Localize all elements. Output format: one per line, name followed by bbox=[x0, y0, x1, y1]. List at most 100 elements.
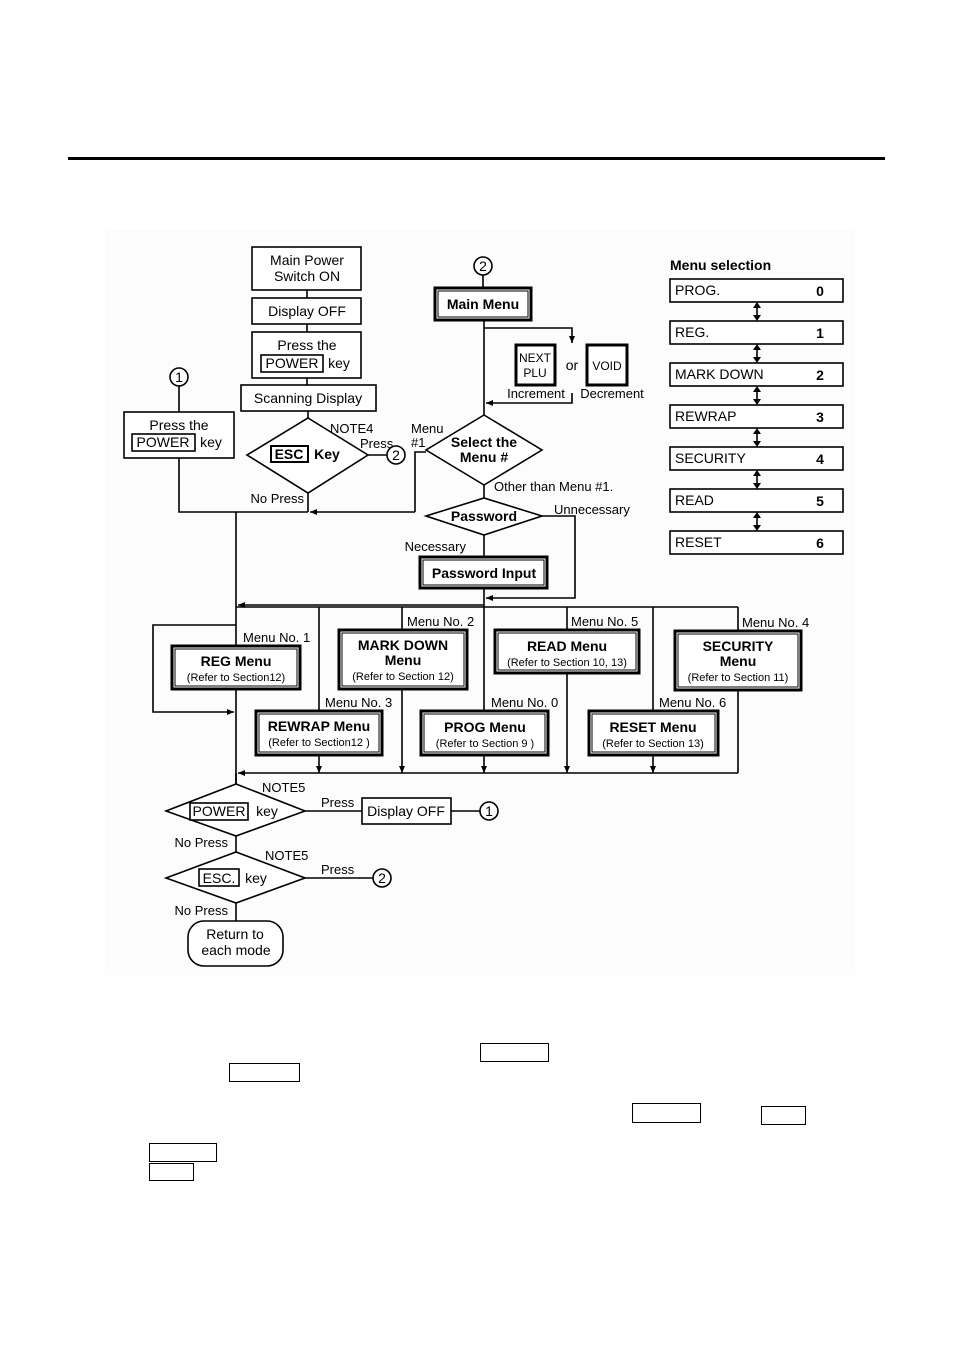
svg-text:Password Input: Password Input bbox=[432, 565, 537, 581]
connector-2-esc: 2 bbox=[386, 445, 406, 465]
svg-text:RESET Menu: RESET Menu bbox=[609, 719, 696, 735]
esc-decision-bottom: ESC. key NOTE5 Press No Press bbox=[163, 848, 355, 918]
unnecessary-label: Unnecessary bbox=[554, 502, 630, 517]
menu-number-label: Menu No. 6 bbox=[659, 695, 726, 710]
power-key-label: POWER bbox=[266, 355, 319, 371]
esc-key-suffix: Key bbox=[314, 446, 340, 462]
menu-selection-label: MARK DOWN bbox=[675, 366, 764, 382]
menu-selection-label: REG. bbox=[675, 324, 709, 340]
main-power-line2: Switch ON bbox=[274, 268, 340, 284]
menu-selection-label: READ bbox=[675, 492, 714, 508]
flowchart: Main Power Switch ON Display OFF Press t… bbox=[123, 246, 844, 967]
menu-selection-list: PROG. 0 REG. 1 MARK DOWN 2 REWRAP 3 SECURITY 4 REA… bbox=[669, 278, 844, 555]
svg-text:Press: Press bbox=[321, 862, 355, 877]
blank-key-field bbox=[229, 1063, 300, 1082]
next-plu-key: NEXT PLU Increment bbox=[507, 343, 565, 401]
double-arrow-icon bbox=[753, 344, 761, 363]
menu-box-prog: Menu No. 0 PROG Menu (Refer to Section 9… bbox=[419, 695, 558, 757]
menu-selection-number: 1 bbox=[816, 325, 824, 341]
svg-text:Password: Password bbox=[451, 508, 517, 524]
other-than-menu1-label: Other than Menu #1. bbox=[494, 479, 613, 494]
double-arrow-icon bbox=[753, 302, 761, 321]
svg-text:key: key bbox=[200, 434, 222, 450]
esc-decision: ESC Key NOTE4 Press No Press bbox=[245, 417, 394, 506]
left-press-power-box: Press the POWER key bbox=[123, 411, 235, 459]
connector-2-top: 2 bbox=[473, 256, 493, 276]
svg-text:POWER: POWER bbox=[193, 803, 246, 819]
menu-selection-item: MARK DOWN 2 bbox=[669, 362, 844, 387]
menu-selection-item: READ 5 bbox=[669, 488, 844, 513]
increment-label: Increment bbox=[507, 386, 565, 401]
svg-text:2: 2 bbox=[392, 447, 400, 463]
necessary-label: Necessary bbox=[405, 539, 467, 554]
svg-text:(Refer to Section12 ): (Refer to Section12 ) bbox=[268, 737, 370, 749]
svg-text:Menu #: Menu # bbox=[460, 449, 508, 465]
menu-selection-number: 5 bbox=[816, 493, 824, 509]
menu-number-label: Menu No. 5 bbox=[571, 614, 638, 629]
menu-selection-number: 0 bbox=[816, 283, 824, 299]
menu-number-label: Menu No. 2 bbox=[407, 614, 474, 629]
menu-selection-item: PROG. 0 bbox=[669, 278, 844, 303]
display-off-box-bottom: Display OFF bbox=[361, 797, 452, 825]
svg-text:Select the: Select the bbox=[451, 434, 517, 450]
double-arrow-icon bbox=[753, 470, 761, 489]
menu-selection-title: Menu selection bbox=[670, 257, 771, 273]
svg-text:PLU: PLU bbox=[523, 366, 546, 380]
menu-selection-label: SECURITY bbox=[675, 450, 746, 466]
svg-text:Press the: Press the bbox=[149, 417, 208, 433]
menu-box-rewrap: Menu No. 3 REWRAP Menu (Refer to Section… bbox=[254, 695, 392, 757]
main-power-box: Main Power Switch ON bbox=[251, 246, 362, 291]
press-power-line1: Press the bbox=[277, 337, 336, 353]
svg-text:READ Menu: READ Menu bbox=[527, 638, 607, 654]
svg-text:(Refer to Section 12): (Refer to Section 12) bbox=[352, 671, 454, 683]
svg-text:No Press: No Press bbox=[175, 835, 229, 850]
menu-selection-number: 6 bbox=[816, 535, 824, 551]
svg-text:Menu: Menu bbox=[385, 652, 422, 668]
svg-text:No Press: No Press bbox=[175, 903, 229, 918]
void-key: VOID Decrement bbox=[580, 343, 644, 401]
menu-selection-number: 3 bbox=[816, 409, 824, 425]
menu-selection-label: REWRAP bbox=[675, 408, 736, 424]
svg-text:REWRAP Menu: REWRAP Menu bbox=[268, 718, 370, 734]
menu-selection-item: SECURITY 4 bbox=[669, 446, 844, 471]
svg-text:1: 1 bbox=[175, 369, 183, 385]
menu-selection-label: PROG. bbox=[675, 282, 720, 298]
menu-selection-label: RESET bbox=[675, 534, 722, 550]
svg-text:Display OFF: Display OFF bbox=[367, 803, 445, 819]
svg-text:#1: #1 bbox=[411, 435, 425, 450]
menu-selection-number: 4 bbox=[816, 451, 824, 467]
blank-key-field bbox=[761, 1106, 806, 1125]
esc-key-label: ESC bbox=[275, 446, 304, 462]
svg-text:key: key bbox=[245, 870, 267, 886]
menu-box-reg: Menu No. 1 REG Menu (Refer to Section12) bbox=[170, 630, 310, 691]
svg-text:1: 1 bbox=[485, 803, 493, 819]
svg-text:PROG Menu: PROG Menu bbox=[444, 719, 526, 735]
password-input-box: Password Input bbox=[418, 555, 549, 590]
svg-text:Return to: Return to bbox=[206, 926, 264, 942]
svg-text:(Refer to Section12): (Refer to Section12) bbox=[187, 672, 285, 684]
svg-text:2: 2 bbox=[378, 870, 386, 886]
menu-number-label: Menu No. 4 bbox=[742, 615, 809, 630]
menu-box-reset: Menu No. 6 RESET Menu (Refer to Section … bbox=[587, 695, 726, 757]
note5-label: NOTE5 bbox=[265, 848, 308, 863]
blank-key-field bbox=[149, 1143, 217, 1162]
menu-selection-item: REWRAP 3 bbox=[669, 404, 844, 429]
power-decision: POWER key NOTE5 Press No Press bbox=[163, 780, 355, 850]
svg-text:POWER: POWER bbox=[137, 434, 190, 450]
main-menu-box: Main Menu bbox=[433, 286, 533, 322]
scanning-display-box: Scanning Display bbox=[240, 384, 377, 412]
note5-label: NOTE5 bbox=[262, 780, 305, 795]
connector-2-bottom: 2 bbox=[372, 868, 392, 888]
svg-text:ESC.: ESC. bbox=[203, 870, 236, 886]
menu-selection-number: 2 bbox=[816, 367, 824, 383]
svg-text:NEXT: NEXT bbox=[519, 351, 552, 365]
main-power-line1: Main Power bbox=[270, 252, 344, 268]
svg-text:key: key bbox=[256, 803, 278, 819]
press-power-suffix: key bbox=[328, 355, 350, 371]
menu1-label: Menu bbox=[411, 421, 444, 436]
menu-box-security: Menu No. 4 SECURITY Menu (Refer to Secti… bbox=[673, 615, 809, 692]
blank-key-field bbox=[149, 1163, 194, 1181]
svg-text:each mode: each mode bbox=[201, 942, 270, 958]
svg-text:(Refer to Section 13): (Refer to Section 13) bbox=[602, 738, 704, 750]
blank-key-field bbox=[632, 1103, 701, 1123]
